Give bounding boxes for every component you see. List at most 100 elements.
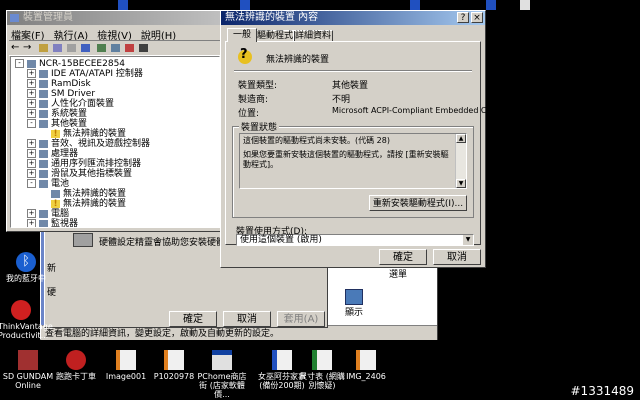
device-icon <box>39 219 48 227</box>
thinkvantage-label: ThinkVantage Productivit... <box>0 322 53 340</box>
desktop-icon-image001[interactable]: Image001 <box>100 350 152 381</box>
expand-icon[interactable]: + <box>27 99 36 108</box>
thinkvantage-desktop-icon[interactable]: ThinkVantage Productivit... <box>0 300 53 340</box>
reinstall-driver-button[interactable]: 重新安裝驅動程式(I)... <box>369 195 467 211</box>
field-manufacturer-value: 不明 <box>332 95 351 105</box>
desktop-icon-small[interactable] <box>240 0 250 10</box>
tree-item-label: NCR-15BECEE2854 <box>39 59 126 69</box>
expand-icon[interactable]: + <box>27 209 36 218</box>
forward-icon[interactable]: → <box>23 42 31 53</box>
expand-icon[interactable]: + <box>27 79 36 88</box>
field-type-label: 裝置類型: <box>238 81 278 91</box>
status-group-label: 裝置狀態 <box>239 120 280 133</box>
tree-item[interactable]: ! 無法辨識的裝置 <box>39 199 126 209</box>
scan-icon[interactable] <box>97 44 106 52</box>
toolbar: ← → <box>9 40 221 56</box>
tree-item[interactable]: + 處理器 <box>27 149 78 159</box>
collapse-icon[interactable]: - <box>27 179 36 188</box>
tree-item[interactable]: - NCR-15BECEE2854 <box>15 59 125 69</box>
display-item[interactable]: 顯示 <box>339 289 369 318</box>
tree-item[interactable]: + 通用序列匯流排控制器 <box>27 159 141 169</box>
ok-button[interactable]: 確定 <box>169 311 217 327</box>
collapse-icon[interactable]: - <box>27 119 36 128</box>
close-title-button[interactable]: × <box>471 12 483 23</box>
desktop-icon-label: Image001 <box>105 372 147 381</box>
desktop-icon-small[interactable] <box>486 0 496 10</box>
cancel-button[interactable]: 取消 <box>223 311 271 327</box>
tree-item[interactable]: + IDE ATA/ATAPI 控制器 <box>27 69 143 79</box>
help-icon[interactable] <box>81 44 90 52</box>
tree-item[interactable]: - 電池 <box>27 179 69 189</box>
expand-icon[interactable]: + <box>27 169 36 178</box>
desktop-icon-gundam[interactable]: SD GUNDAM Online <box>2 350 54 390</box>
chevron-down-icon[interactable]: ▼ <box>463 235 473 245</box>
tree-item[interactable]: + 系統裝置 <box>27 109 87 119</box>
tree-item[interactable]: + 監視器 <box>27 219 79 228</box>
device-tree[interactable]: - NCR-15BECEE2854 + IDE ATA/ATAPI 控制器 + RamDi… <box>10 56 220 228</box>
device-manager-titlebar: 裝置管理員 <box>7 11 223 25</box>
up-icon[interactable] <box>39 44 48 52</box>
tree-item[interactable]: 無法辨識的裝置 <box>39 189 126 199</box>
desktop-icon-pchome[interactable]: PChome商店街 (店家軟體價... <box>196 350 248 399</box>
status-scrollbar[interactable]: ▲ ▼ <box>455 134 466 188</box>
expand-icon[interactable]: + <box>27 69 36 78</box>
bluetooth-desktop-icon[interactable]: ᛒ 我的藍牙中 <box>0 252 52 283</box>
expand-icon[interactable]: + <box>27 149 36 158</box>
expand-icon[interactable]: + <box>27 219 36 227</box>
expand-icon[interactable]: + <box>27 139 36 148</box>
device-icon <box>39 109 48 118</box>
device-manager-window: 裝置管理員 檔案(F) 執行(A) 檢視(V) 說明(H) ← → - NCR-15BE… <box>6 10 224 232</box>
warning-icon: ! <box>51 199 60 208</box>
tree-item-label: 無法辨識的裝置 <box>63 189 127 199</box>
tree-item-label: 通用序列匯流排控制器 <box>51 159 142 169</box>
desktop-icon-small[interactable] <box>118 0 128 10</box>
properties-cancel-button[interactable]: 取消 <box>433 249 481 265</box>
desktop-icon-label: 尺寸表 (網購別懷疑) <box>299 372 345 390</box>
tree-item-label: 滑鼠及其他指標裝置 <box>51 169 133 179</box>
unknown-device-icon: ? <box>236 47 254 68</box>
desktop-icon-img2406[interactable]: IMG_2406 <box>340 350 392 381</box>
desktop-icon-kart[interactable]: 跑跑卡丁車 <box>50 350 102 381</box>
status-textbox[interactable]: 這個裝置的驅動程式尚未安裝。(代碼 28) 如果您要重新安裝這個裝置的驅動程式，… <box>239 133 467 189</box>
tree-item[interactable]: + SM Driver <box>27 89 95 99</box>
desktop-icon-small[interactable] <box>520 0 530 10</box>
tree-item-label: 監視器 <box>51 219 79 228</box>
uninstall-icon[interactable] <box>139 44 148 52</box>
expand-icon[interactable]: + <box>27 109 36 118</box>
properties-icon[interactable] <box>53 44 62 52</box>
apply-button[interactable]: 套用(A) <box>277 311 325 327</box>
tree-item-label: 音效、視訊及遊戲控制器 <box>51 139 151 149</box>
tree-item-label: 其他裝置 <box>51 119 88 129</box>
tree-item[interactable]: + RamDisk <box>27 79 91 89</box>
tab-details-label: 詳細資料 <box>294 31 331 41</box>
desktop-icon-p1020978[interactable]: P1020978 <box>148 350 200 381</box>
field-manufacturer-label: 製造商: <box>238 95 269 105</box>
usage-select-value: 使用這個裝置 (啟用) <box>240 235 322 245</box>
side-label-hw: 硬 <box>47 288 57 298</box>
expand-icon[interactable]: + <box>27 89 36 98</box>
usage-select[interactable]: 使用這個裝置 (啟用) ▼ <box>236 234 474 246</box>
hardware-icon <box>73 233 93 247</box>
desktop-icon-small[interactable] <box>410 0 420 10</box>
tree-item[interactable]: + 人性化介面裝置 <box>27 99 114 109</box>
tree-item[interactable]: + 音效、視訊及遊戲控制器 <box>27 139 150 149</box>
help-title-button[interactable]: ? <box>457 12 469 23</box>
collapse-icon[interactable]: - <box>15 59 24 68</box>
desktop-icon-label: SD GUNDAM Online <box>2 372 54 390</box>
tree-item[interactable]: + 滑鼠及其他指標裝置 <box>27 169 132 179</box>
print-icon[interactable] <box>67 44 76 52</box>
gundam-icon <box>18 350 38 370</box>
properties-title: 無法辨識的裝置 內容 <box>225 12 319 23</box>
update-icon[interactable] <box>111 44 120 52</box>
tree-item[interactable]: ! 無法辨識的裝置 <box>39 129 126 139</box>
disable-icon[interactable] <box>125 44 134 52</box>
tab-general[interactable]: 一般 <box>227 28 257 42</box>
back-icon[interactable]: ← <box>11 42 19 53</box>
tab-driver-label: 驅動程式 <box>256 31 293 41</box>
properties-ok-button[interactable]: 確定 <box>379 249 427 265</box>
tree-item[interactable]: - 其他裝置 <box>27 119 87 129</box>
device-icon <box>51 189 60 198</box>
expand-icon[interactable]: + <box>27 159 36 168</box>
tree-item[interactable]: + 電腦 <box>27 209 69 219</box>
desktop-icon-label: PChome商店街 (店家軟體價... <box>197 372 247 399</box>
